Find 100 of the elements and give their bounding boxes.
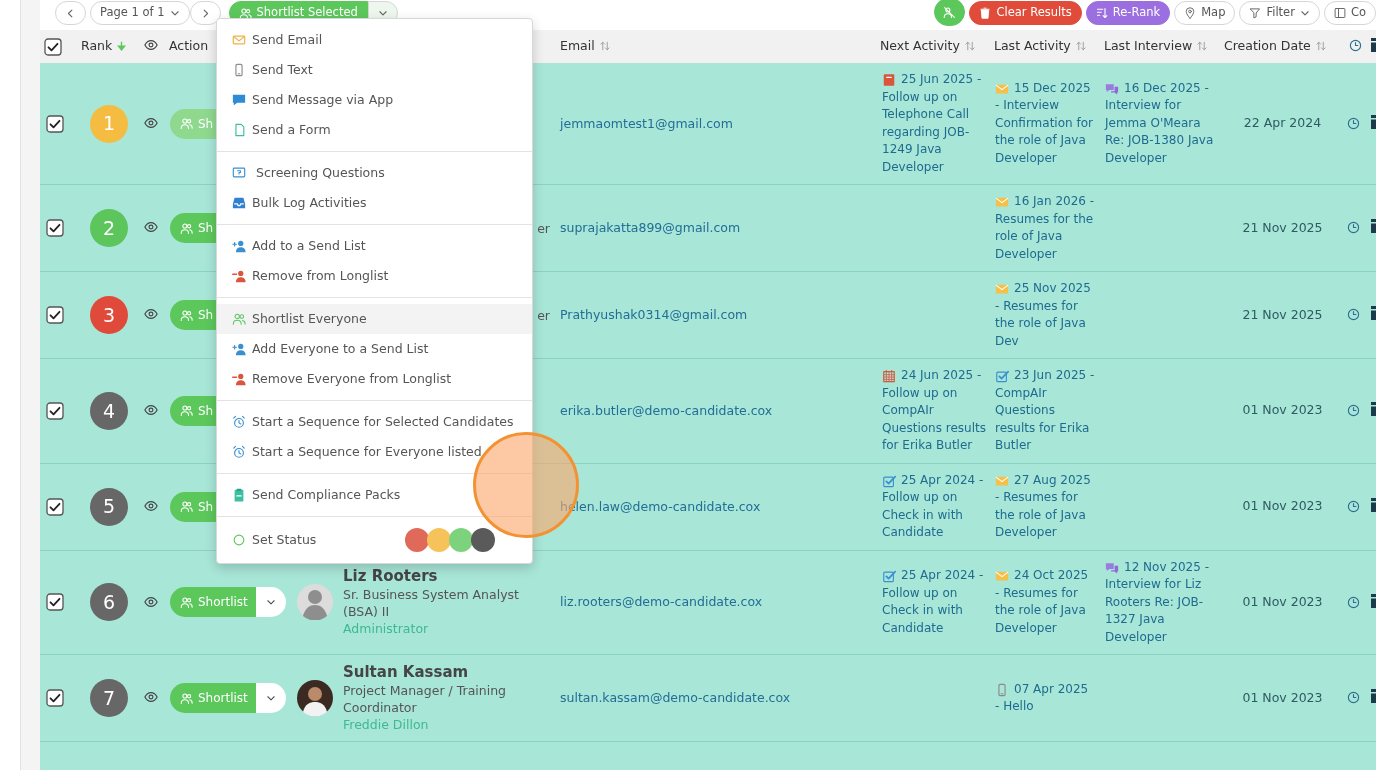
checkbox[interactable] [46,593,64,612]
status-dot[interactable] [471,528,495,552]
info-icon[interactable] [1370,592,1376,609]
clock-icon[interactable] [1347,404,1360,417]
status-dot[interactable] [449,528,473,552]
column-header: Action [169,38,209,54]
activity-text[interactable]: 24 Oct 2025 - Resumes for the role of Java Developer [995,567,1096,638]
activity-text[interactable]: 15 Dec 2025 - Interview Confirmation for the role of Java Developer [995,79,1096,168]
filter-button[interactable]: Filter [1239,1,1320,25]
checkbox-icon [882,569,896,584]
rank-badge: 1 [90,104,128,143]
calendar-icon [882,369,896,383]
rank-badge: 2 [90,209,128,247]
menu-item[interactable]: Shortlist Everyone [217,304,532,334]
checkbox[interactable] [46,689,64,707]
menu-item[interactable]: Start a Sequence for Everyone listed [217,437,532,467]
clock-icon[interactable] [1347,691,1360,705]
document-icon [232,123,246,137]
chat-icon [1105,560,1119,575]
eye-icon[interactable] [144,403,158,417]
page-select[interactable]: Page 1 of 1 [90,1,190,25]
email-link[interactable]: suprajakatta899@gmail.com [554,220,741,236]
checkbox[interactable] [46,401,64,420]
comment-icon [232,166,246,180]
rank-badge: 3 [90,296,128,334]
menu-item[interactable]: Remove Everyone from Longlist [217,364,532,394]
clipboard-icon [232,488,246,502]
menu-item[interactable]: Screening Questions [217,158,532,188]
activity-text[interactable]: 25 Apr 2024 - Follow up on Check in with Candidate [882,471,986,542]
info-icon[interactable] [1370,496,1376,513]
clock-icon[interactable] [1347,499,1360,513]
checkbox-icon [882,473,896,488]
activity-text[interactable]: 25 Nov 2025 - Resumes for the role of Java Dev [995,280,1096,350]
menu-item[interactable]: Send Email [217,25,532,55]
info-icon[interactable] [1370,305,1376,322]
checkbox[interactable] [46,497,64,516]
clock-icon[interactable] [1347,116,1360,130]
activity-text[interactable]: 07 Apr 2025 - Hello [995,680,1096,716]
activity-text[interactable]: 25 Apr 2024 - Follow up on Check in with Candidate [882,567,986,638]
email-link[interactable]: jemmaomtest1@gmail.com [554,115,733,131]
menu-item[interactable]: Send Text [217,55,532,85]
clock-icon[interactable] [1349,39,1362,53]
candidate-name[interactable]: Sultan Kassam [343,663,550,682]
job-title: Sr. Business System Analyst (BSA) II [343,586,520,621]
checkbox[interactable] [46,219,64,237]
activity-text[interactable]: 24 Jun 2025 - Follow up on CompAIr Questions results for Erika Butler [882,367,986,455]
clock-icon[interactable] [1347,595,1360,609]
menu-item[interactable]: Add Everyone to a Send List [217,334,532,364]
phone-icon [232,63,246,77]
info-icon[interactable] [1370,36,1376,53]
info-icon[interactable] [1370,401,1376,417]
rank-badge: 4 [90,391,128,430]
status-dot[interactable] [405,528,429,552]
columns-button[interactable]: Co [1323,1,1376,25]
eye-icon[interactable] [144,38,158,53]
creation-date: 01 Nov 2023 [1242,593,1323,609]
checkbox-icon [995,369,1009,383]
info-icon[interactable] [1370,688,1376,705]
email-link[interactable]: sultan.kassam@demo-candidate.cox [554,690,791,706]
map-button[interactable]: Map [1174,1,1236,25]
users-icon [180,500,193,513]
envelope-icon [995,282,1009,296]
eye-icon[interactable] [144,690,158,705]
email-link[interactable]: liz.rooters@demo-candidate.cox [554,594,763,610]
email-link[interactable]: erika.butler@demo-candidate.cox [554,402,773,418]
users-icon [232,312,246,326]
eye-icon[interactable] [144,307,158,322]
status-dot[interactable] [427,528,451,552]
archive-icon [882,73,896,87]
map-pin-icon [1184,7,1197,19]
activity-text[interactable]: 12 Nov 2025 - Interview for Liz Rooters Re: JOB-1327 Java Developer [1105,558,1216,646]
activity-text[interactable]: 23 Jun 2025 - CompAIr Questions results for Erika Butler [995,367,1096,455]
activity-text[interactable]: 16 Jan 2026 - Resumes for the role of Java Developer [995,193,1096,263]
checkbox[interactable] [46,114,64,133]
checkbox[interactable] [44,37,62,56]
column-header[interactable]: Email [560,38,595,54]
eye-icon[interactable] [144,594,158,609]
clock-icon[interactable] [1347,308,1360,322]
activity-text[interactable]: 25 Jun 2025 - Follow up on Telephone Call regarding JOB-1249 Java Developer [882,71,986,176]
checkbox[interactable] [46,306,64,324]
rerank-button[interactable]: Re-Rank [1085,1,1171,25]
activity-text[interactable]: 16 Dec 2025 - Interview for Jemma O'Meara Re: JOB-1380 Java Developer [1105,79,1216,168]
info-icon[interactable] [1370,218,1376,235]
caret-icon [1299,8,1310,18]
users-icon [943,5,957,19]
users-icon [180,117,193,130]
clear-results-button[interactable]: Clear Results [969,1,1082,25]
eye-icon[interactable] [144,220,158,235]
clock-icon[interactable] [1347,221,1360,235]
users-icon [180,691,193,705]
eye-icon[interactable] [144,498,158,513]
activity-text[interactable]: 27 Aug 2025 - Resumes for the role of Java Developer [995,471,1096,542]
email-link[interactable]: Prathyushak0314@gmail.com [554,307,748,323]
rank-badge: 5 [90,487,128,526]
info-icon[interactable] [1370,113,1376,130]
candidate-name[interactable]: Liz Rooters [343,567,550,587]
menu-item[interactable]: Remove from Longlist [217,261,532,291]
eye-icon[interactable] [144,115,158,130]
creation-date: 01 Nov 2023 [1242,402,1323,418]
menu-item[interactable]: Set Status [217,523,532,557]
